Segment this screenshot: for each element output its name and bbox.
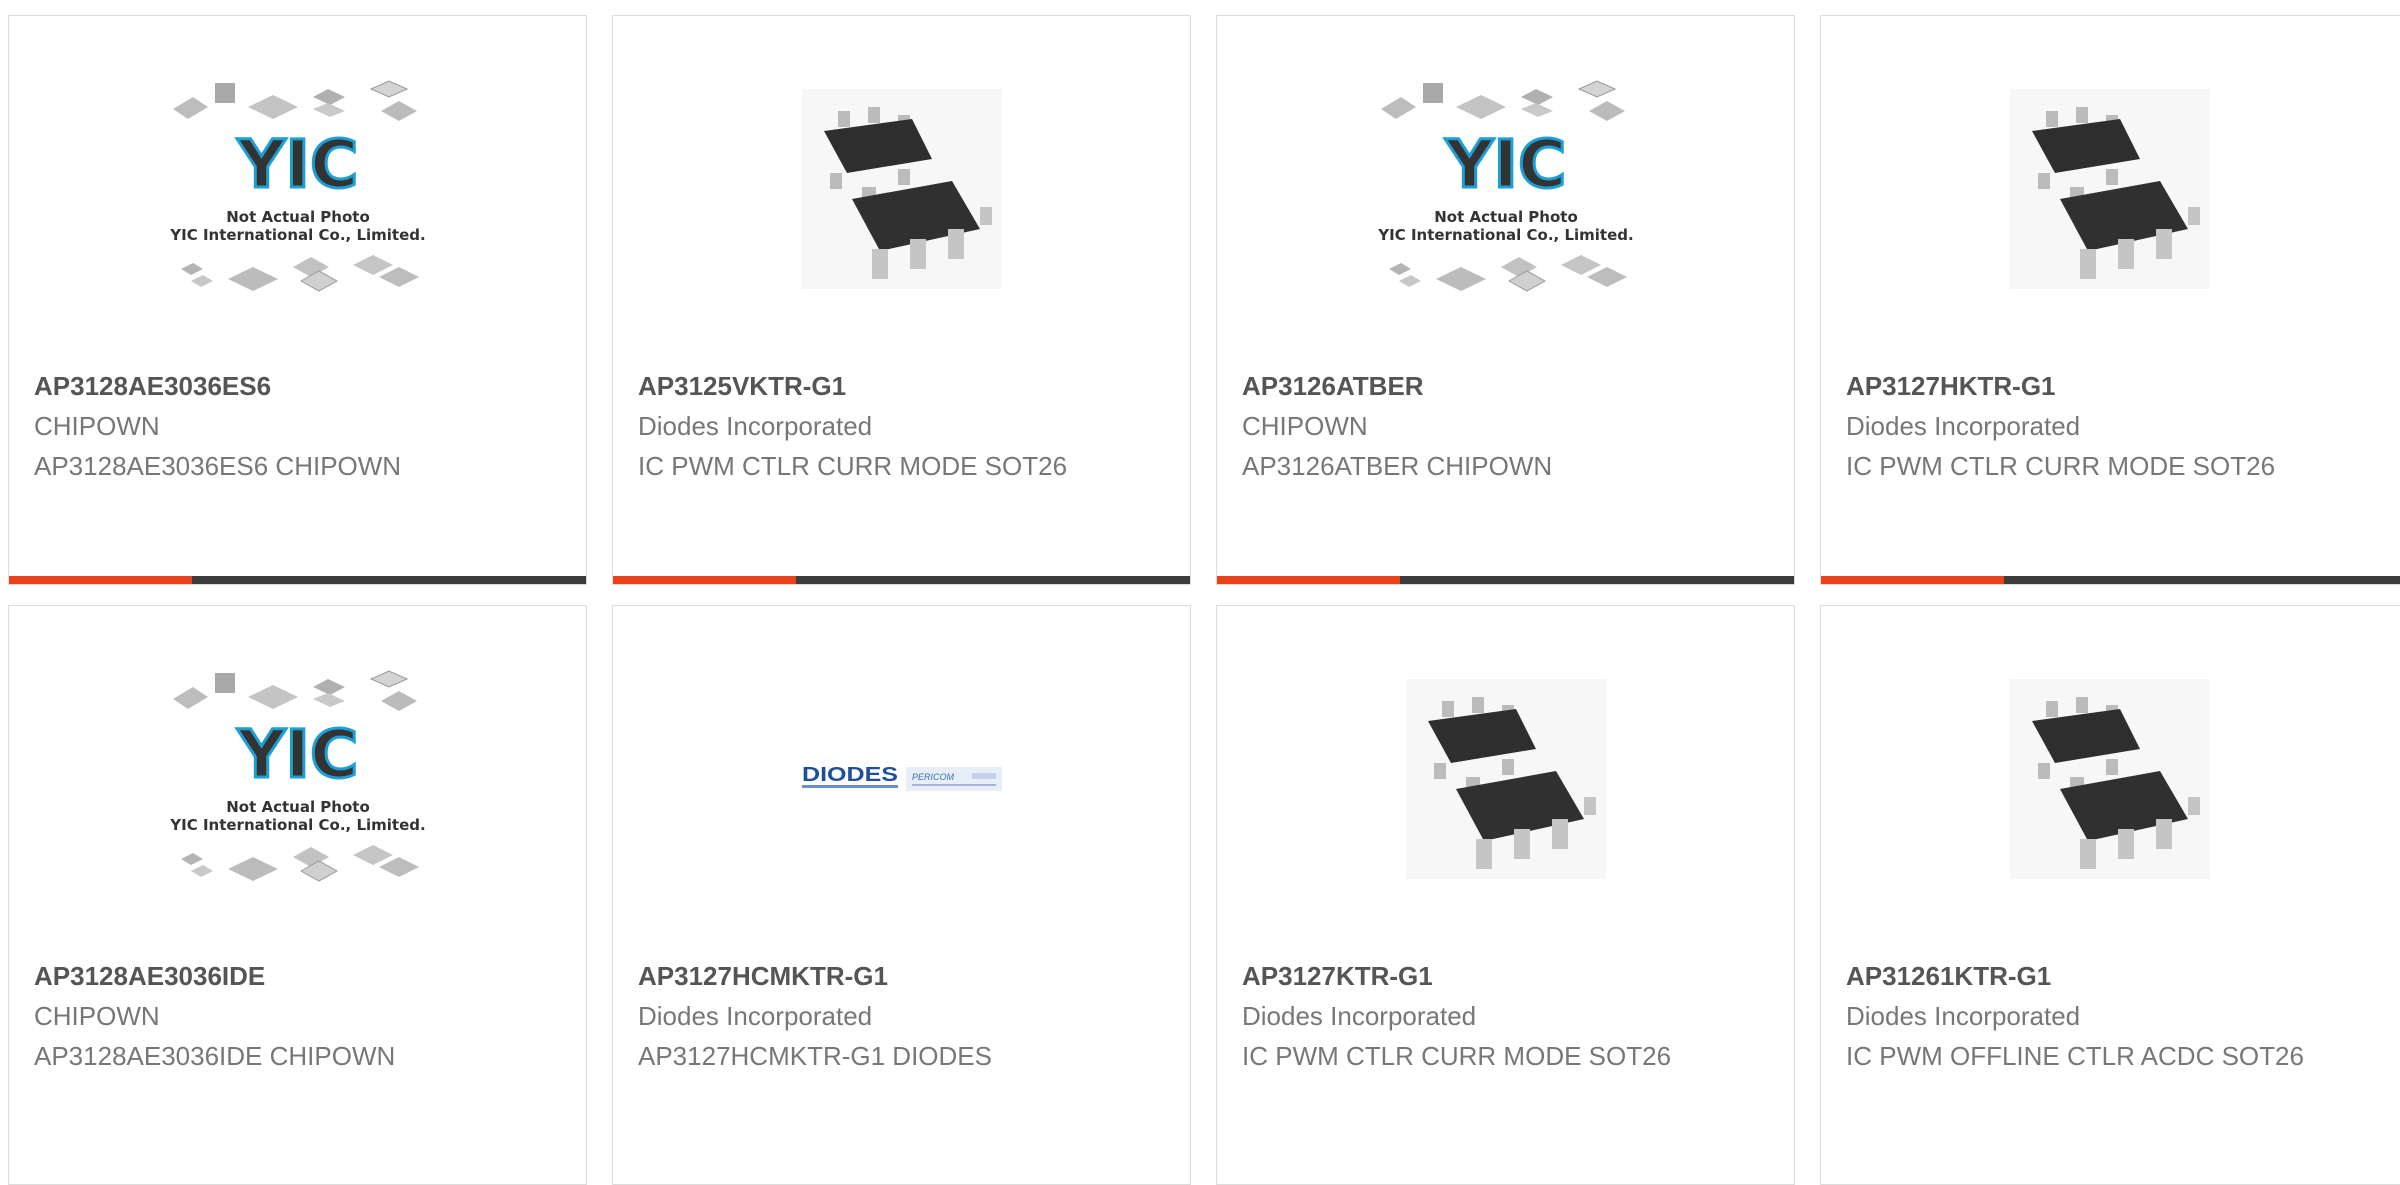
svg-text:PERICOM: PERICOM: [912, 772, 955, 782]
part-number-link[interactable]: AP3125VKTR-G1: [638, 371, 846, 402]
product-grid: YIC Not Actual Photo YIC International C…: [0, 0, 2400, 1185]
manufacturer: Diodes Incorporated: [638, 411, 873, 441]
yic-placeholder-image: YIC Not Actual Photo YIC International C…: [169, 669, 425, 882]
product-image[interactable]: DIODES PERICOM: [613, 606, 1190, 951]
manufacturer: Diodes Incorporated: [1846, 411, 2081, 441]
svg-text:Not Actual Photo: Not Actual Photo: [226, 798, 370, 816]
svg-text:Not Actual Photo: Not Actual Photo: [1434, 208, 1578, 226]
svg-text:Not Actual Photo: Not Actual Photo: [226, 208, 370, 226]
part-number-link[interactable]: AP3128AE3036IDE: [34, 961, 265, 992]
manufacturer: Diodes Incorporated: [1846, 1001, 2081, 1031]
description: AP3127HCMKTR-G1 DIODES: [638, 1041, 992, 1071]
product-image[interactable]: [1821, 606, 2398, 951]
description: IC PWM CTLR CURR MODE SOT26: [638, 451, 1068, 481]
manufacturer: Diodes Incorporated: [1242, 1001, 1477, 1031]
product-image[interactable]: [1821, 16, 2398, 361]
part-number-link[interactable]: AP3127HKTR-G1: [1846, 371, 2056, 402]
manufacturer: Diodes Incorporated: [638, 1001, 873, 1031]
part-number-link[interactable]: AP3127HCMKTR-G1: [638, 961, 888, 992]
svg-text:YIC: YIC: [1444, 126, 1566, 203]
card-bar-accent: [613, 576, 796, 584]
description: IC PWM OFFLINE CTLR ACDC SOT26: [1846, 1041, 2304, 1071]
card-bar-accent: [1217, 576, 1400, 584]
product-card[interactable]: YIC Not Actual Photo YIC International C…: [1216, 15, 1795, 585]
product-card[interactable]: YIC Not Actual Photo YIC International C…: [8, 15, 587, 585]
svg-text:YIC International Co., Limited: YIC International Co., Limited.: [169, 816, 425, 834]
part-number-link[interactable]: AP3127KTR-G1: [1242, 961, 1433, 992]
product-card[interactable]: AP3127KTR-G1 Diodes Incorporated IC PWM …: [1216, 605, 1795, 1185]
part-number-link[interactable]: AP3126ATBER: [1242, 371, 1424, 402]
svg-text:YIC: YIC: [236, 126, 358, 203]
product-image[interactable]: YIC Not Actual Photo YIC International C…: [1217, 16, 1794, 361]
part-number-link[interactable]: AP31261KTR-G1: [1846, 961, 2051, 992]
chip-image: [801, 88, 1002, 289]
description: IC PWM CTLR CURR MODE SOT26: [1846, 451, 2276, 481]
card-bar: [613, 576, 1190, 584]
description: AP3126ATBER CHIPOWN: [1242, 451, 1553, 481]
description: AP3128AE3036ES6 CHIPOWN: [34, 451, 402, 481]
product-image[interactable]: YIC Not Actual Photo YIC International C…: [9, 606, 586, 951]
yic-placeholder-image: YIC Not Actual Photo YIC International C…: [169, 79, 425, 292]
product-image[interactable]: YIC Not Actual Photo YIC International C…: [9, 16, 586, 361]
yic-placeholder-image: YIC Not Actual Photo YIC International C…: [1377, 79, 1633, 292]
chip-image: [2009, 678, 2210, 879]
card-bar: [9, 576, 586, 584]
product-image[interactable]: [613, 16, 1190, 361]
description: AP3128AE3036IDE CHIPOWN: [34, 1041, 396, 1071]
card-bar: [1217, 576, 1794, 584]
svg-text:YIC: YIC: [236, 716, 358, 793]
product-card[interactable]: AP3127HKTR-G1 Diodes Incorporated IC PWM…: [1820, 15, 2400, 585]
svg-text:YIC International Co., Limited: YIC International Co., Limited.: [1377, 226, 1633, 244]
diodes-pericom-logo: DIODES PERICOM: [801, 764, 1002, 791]
product-card[interactable]: YIC Not Actual Photo YIC International C…: [8, 605, 587, 1185]
part-number-link[interactable]: AP3128AE3036ES6: [34, 371, 271, 402]
product-card[interactable]: DIODES PERICOM AP3127HCMKTR-G1 Diodes In…: [612, 605, 1191, 1185]
product-card[interactable]: AP3125VKTR-G1 Diodes Incorporated IC PWM…: [612, 15, 1191, 585]
description: IC PWM CTLR CURR MODE SOT26: [1242, 1041, 1672, 1071]
manufacturer: CHIPOWN: [34, 411, 160, 441]
manufacturer: CHIPOWN: [34, 1001, 160, 1031]
chip-image: [2009, 88, 2210, 289]
svg-text:DIODES: DIODES: [802, 764, 898, 786]
product-card[interactable]: AP31261KTR-G1 Diodes Incorporated IC PWM…: [1820, 605, 2400, 1185]
product-image[interactable]: [1217, 606, 1794, 951]
card-bar-accent: [1821, 576, 2004, 584]
card-bar: [1821, 576, 2400, 584]
svg-text:YIC International Co., Limited: YIC International Co., Limited.: [169, 226, 425, 244]
card-bar-accent: [9, 576, 192, 584]
chip-image: [1405, 678, 1606, 879]
manufacturer: CHIPOWN: [1242, 411, 1368, 441]
